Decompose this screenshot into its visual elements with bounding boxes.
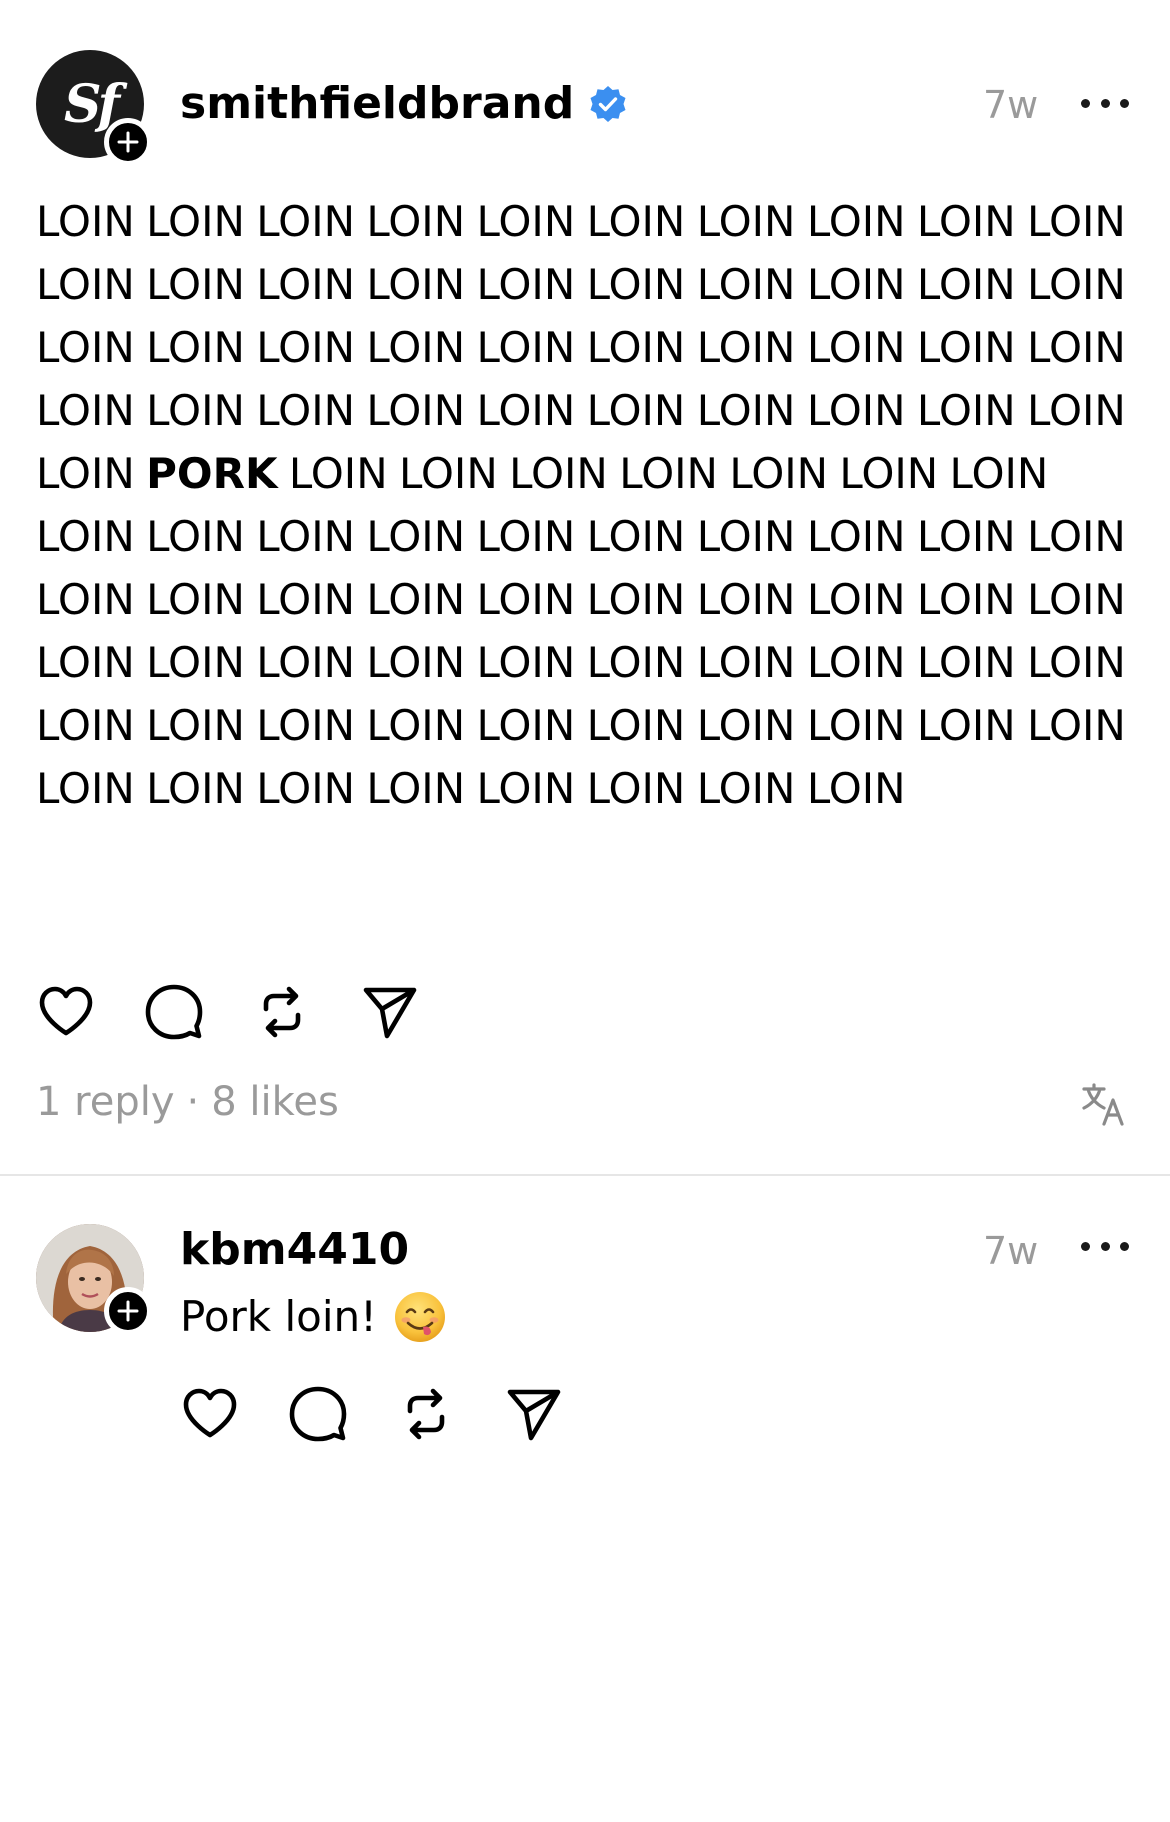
more-dot — [1120, 1241, 1129, 1251]
post-author-username[interactable]: smithfieldbrand — [180, 82, 574, 126]
reply-action-bar — [178, 1382, 566, 1446]
post-avatar-wrap[interactable]: Sf — [36, 50, 152, 166]
comment-icon — [145, 984, 203, 1040]
reply-like-button[interactable] — [178, 1382, 242, 1446]
likes-count-link[interactable]: 8 likes — [211, 1082, 339, 1122]
follow-plus-icon[interactable] — [104, 1287, 152, 1335]
reply-repost-button[interactable] — [394, 1382, 458, 1446]
post-body-bold: PORK — [146, 449, 278, 498]
post-author-row: smithfieldbrand — [180, 82, 628, 126]
more-icon[interactable] — [1081, 1236, 1129, 1256]
comment-icon — [289, 1386, 347, 1442]
like-button[interactable] — [34, 980, 98, 1044]
share-icon — [363, 987, 417, 1039]
post-body-after: LOIN LOIN LOIN LOIN LOIN LOIN LOIN LOIN … — [36, 449, 1138, 813]
reply-body-text: Pork loin! — [180, 1292, 377, 1341]
share-icon — [507, 1389, 561, 1441]
reply-avatar-wrap[interactable] — [36, 1224, 152, 1335]
stats-separator: · — [186, 1079, 200, 1125]
post-body-text: LOIN LOIN LOIN LOIN LOIN LOIN LOIN LOIN … — [36, 190, 1126, 820]
replies-count-link[interactable]: 1 reply — [36, 1082, 175, 1122]
verified-badge-icon — [590, 86, 626, 122]
share-button[interactable] — [358, 980, 422, 1044]
more-icon[interactable] — [1081, 93, 1129, 113]
comment-button[interactable] — [142, 980, 206, 1044]
reply-comment-button[interactable] — [286, 1382, 350, 1446]
heart-icon — [39, 986, 93, 1036]
heart-icon — [183, 1388, 237, 1438]
more-dot — [1120, 98, 1129, 108]
repost-icon — [407, 1388, 445, 1440]
reply-share-button[interactable] — [502, 1382, 566, 1446]
post-timestamp: 7w — [983, 83, 1039, 127]
repost-button[interactable] — [250, 980, 314, 1044]
translate-icon[interactable] — [1080, 1080, 1128, 1128]
reply-author-username[interactable]: kbm4410 — [180, 1228, 409, 1272]
more-dot — [1081, 98, 1090, 108]
face-savoring-food-emoji — [394, 1292, 445, 1342]
reply-timestamp: 7w — [983, 1229, 1039, 1273]
brand-avatar-monogram: Sf — [64, 73, 120, 135]
reply-author-row: kbm4410 — [180, 1228, 409, 1272]
more-dot — [1081, 1241, 1090, 1251]
repost-icon — [263, 986, 301, 1038]
reply-body: Pork loin! — [180, 1290, 447, 1344]
post-stats: 1 reply · 8 likes — [36, 1082, 339, 1122]
thread-divider — [0, 1174, 1170, 1176]
follow-plus-icon[interactable] — [104, 118, 152, 166]
more-dot — [1100, 98, 1110, 108]
post-action-bar — [34, 980, 422, 1044]
more-dot — [1100, 1241, 1110, 1251]
